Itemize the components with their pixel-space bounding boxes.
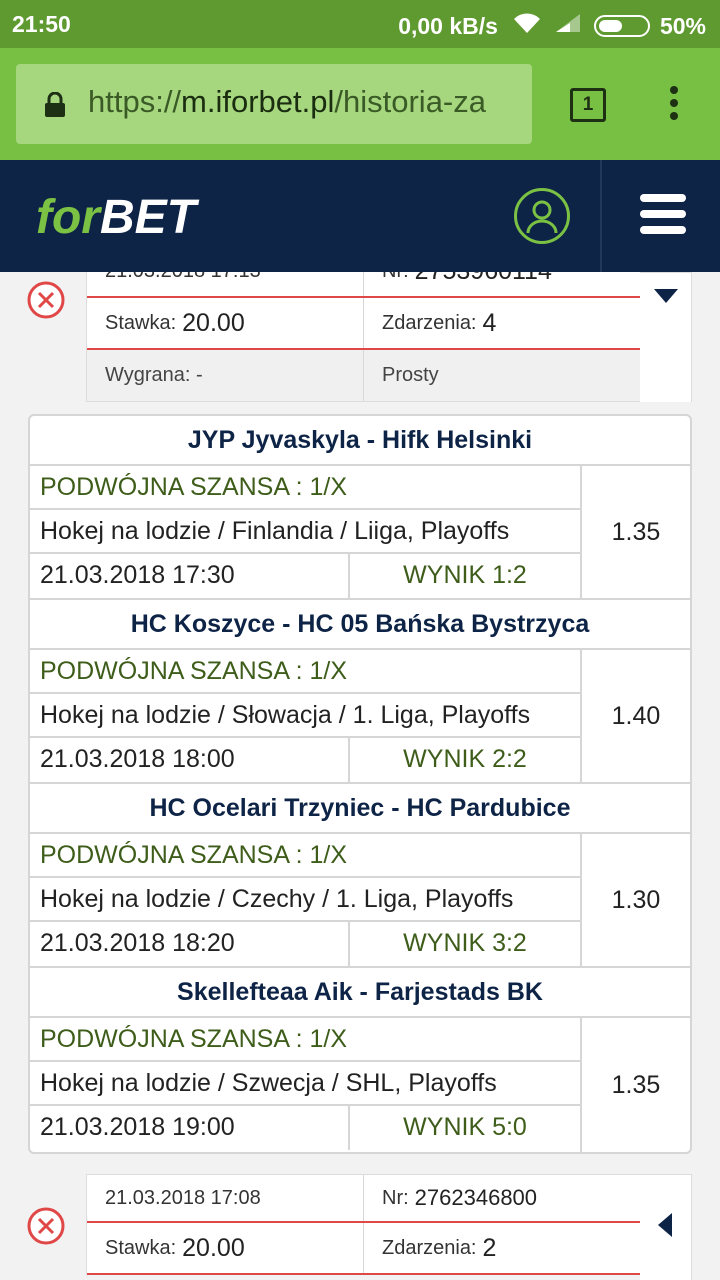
event-details: PODWÓJNA SZANSA : 1/X Hokej na lodzie / S… <box>30 650 582 782</box>
network-speed: 0,00 kB/s <box>398 12 498 39</box>
hamburger-icon[interactable] <box>640 194 686 238</box>
event-result: WYNIK 2:2 <box>403 745 527 773</box>
url-path: /historia-za <box>334 84 486 119</box>
url-domain: m.iforbet.pl <box>181 84 335 119</box>
url-bar[interactable]: https://m.iforbet.pl/historia-za <box>16 64 532 144</box>
coupon-summary[interactable]: 21.03.2018 17:13 Nr:2753960114 Stawka:20… <box>86 272 640 402</box>
status-bar: 21:50 0,00 kB/s 50% <box>0 0 720 48</box>
menu-dots-icon[interactable] <box>664 86 684 126</box>
status-icons: 0,00 kB/s 50% <box>398 11 706 41</box>
event-league: Hokej na lodzie / Szwecja / SHL, Playoff… <box>30 1062 580 1106</box>
battery-percent: 50% <box>659 12 706 39</box>
coupon-summary[interactable]: 21.03.2018 17:08 Nr: 2762346800 Stawka: 20… <box>86 1174 640 1275</box>
coupon-row-stake: Stawka: 20.00 Zdarzenia: 4 <box>87 298 640 350</box>
event-league: Hokej na lodzie / Słowacja / 1. Liga, Pl… <box>30 694 580 738</box>
coupon-win: Wygrana: - <box>87 350 364 401</box>
event-date-result: 21.03.2018 18:00 WYNIK 2:2 <box>30 738 580 782</box>
wifi-icon <box>512 11 542 41</box>
coupon-events-count: Zdarzenia: 4 <box>382 308 497 337</box>
coupon-row-header: 21.03.2018 17:08 Nr: 2762346800 <box>87 1175 640 1223</box>
event-title: HC Koszyce - HC 05 Bańska Bystrzyca <box>30 600 690 650</box>
browser-toolbar: https://m.iforbet.pl/historia-za 1 <box>0 48 720 160</box>
url-prefix: https:// <box>88 84 182 119</box>
event-result: WYNIK 1:2 <box>403 561 527 589</box>
battery-icon <box>593 15 650 37</box>
event-row: PODWÓJNA SZANSA : 1/X Hokej na lodzie / C… <box>30 834 690 968</box>
signal-icon <box>554 12 582 40</box>
event-date: 21.03.2018 18:20 <box>30 922 350 966</box>
event-date-result: 21.03.2018 19:00 WYNIK 5:0 <box>30 1106 580 1150</box>
cancel-icon <box>26 280 66 320</box>
event-odds: 1.30 <box>611 885 661 914</box>
header-divider <box>600 160 602 272</box>
event-title: JYP Jyvaskyla - Hifk Helsinki <box>30 416 690 466</box>
caret-down-icon <box>654 289 678 308</box>
event-date: 21.03.2018 17:30 <box>30 554 350 598</box>
event-row: PODWÓJNA SZANSA : 1/X Hokej na lodzie / S… <box>30 1018 690 1152</box>
coupon-events-count: Zdarzenia: 2 <box>382 1233 497 1262</box>
event-odds: 1.35 <box>611 517 661 546</box>
event-details: PODWÓJNA SZANSA : 1/X Hokej na lodzie / F… <box>30 466 582 598</box>
cancel-icon <box>26 1206 66 1246</box>
event-date: 21.03.2018 18:00 <box>30 738 350 782</box>
event-title: Skellefteaa Aik - Farjestads BK <box>30 968 690 1018</box>
coupon-date: 21.03.2018 17:08 <box>87 1175 364 1221</box>
tab-switcher-button[interactable]: 1 <box>570 88 606 122</box>
event-league: Hokej na lodzie / Finlandia / Liiga, Pla… <box>30 510 580 554</box>
coupon-row-header: 21.03.2018 17:13 Nr:2753960114 <box>87 272 640 298</box>
status-time: 21:50 <box>12 11 71 37</box>
coupon-date: 21.03.2018 17:13 <box>87 272 364 296</box>
event-league: Hokej na lodzie / Czechy / 1. Liga, Play… <box>30 878 580 922</box>
event-market: PODWÓJNA SZANSA : 1/X <box>30 466 580 510</box>
event-market: PODWÓJNA SZANSA : 1/X <box>30 834 580 878</box>
coupon-stake: Stawka: 20.00 <box>87 1223 364 1273</box>
coupon-toggle[interactable] <box>640 1174 692 1280</box>
event-date: 21.03.2018 19:00 <box>30 1106 350 1150</box>
event-date-result: 21.03.2018 18:20 WYNIK 3:2 <box>30 922 580 966</box>
coupon-row-stake: Stawka: 20.00 Zdarzenia: 2 <box>87 1223 640 1275</box>
bet-history: 21.03.2018 17:13 Nr:2753960114 Stawka:20… <box>0 272 720 1280</box>
event-market: PODWÓJNA SZANSA : 1/X <box>30 650 580 694</box>
event-odds: 1.35 <box>611 1070 661 1099</box>
coupon-toggle[interactable] <box>640 272 692 402</box>
coupon-number: Nr: 2762346800 <box>382 1185 538 1210</box>
coupon-stake: Stawka: 20.00 <box>87 298 364 348</box>
event-result: WYNIK 3:2 <box>403 929 527 957</box>
url-text: https://m.iforbet.pl/historia-za <box>88 84 486 120</box>
lock-icon <box>44 91 66 123</box>
event-title: HC Ocelari Trzyniec - HC Pardubice <box>30 784 690 834</box>
user-icon[interactable] <box>514 188 570 244</box>
coupon-row-win: Wygrana: - Prosty <box>87 350 640 402</box>
event-date-result: 21.03.2018 17:30 WYNIK 1:2 <box>30 554 580 598</box>
event-list: JYP Jyvaskyla - Hifk Helsinki PODWÓJNA SZ… <box>28 414 692 1154</box>
forbet-logo[interactable]: forBET <box>36 190 196 245</box>
site-header: forBET <box>0 160 720 272</box>
event-odds: 1.40 <box>611 701 661 730</box>
battery-fill <box>598 20 622 32</box>
coupon-type: Prosty <box>382 364 439 386</box>
event-row: PODWÓJNA SZANSA : 1/X Hokej na lodzie / S… <box>30 650 690 784</box>
event-details: PODWÓJNA SZANSA : 1/X Hokej na lodzie / C… <box>30 834 582 966</box>
caret-left-icon <box>658 1213 672 1242</box>
event-result: WYNIK 5:0 <box>403 1113 527 1141</box>
coupon-number: Nr:2753960114 <box>364 272 640 296</box>
event-details: PODWÓJNA SZANSA : 1/X Hokej na lodzie / S… <box>30 1018 582 1152</box>
event-row: PODWÓJNA SZANSA : 1/X Hokej na lodzie / F… <box>30 466 690 600</box>
event-market: PODWÓJNA SZANSA : 1/X <box>30 1018 580 1062</box>
